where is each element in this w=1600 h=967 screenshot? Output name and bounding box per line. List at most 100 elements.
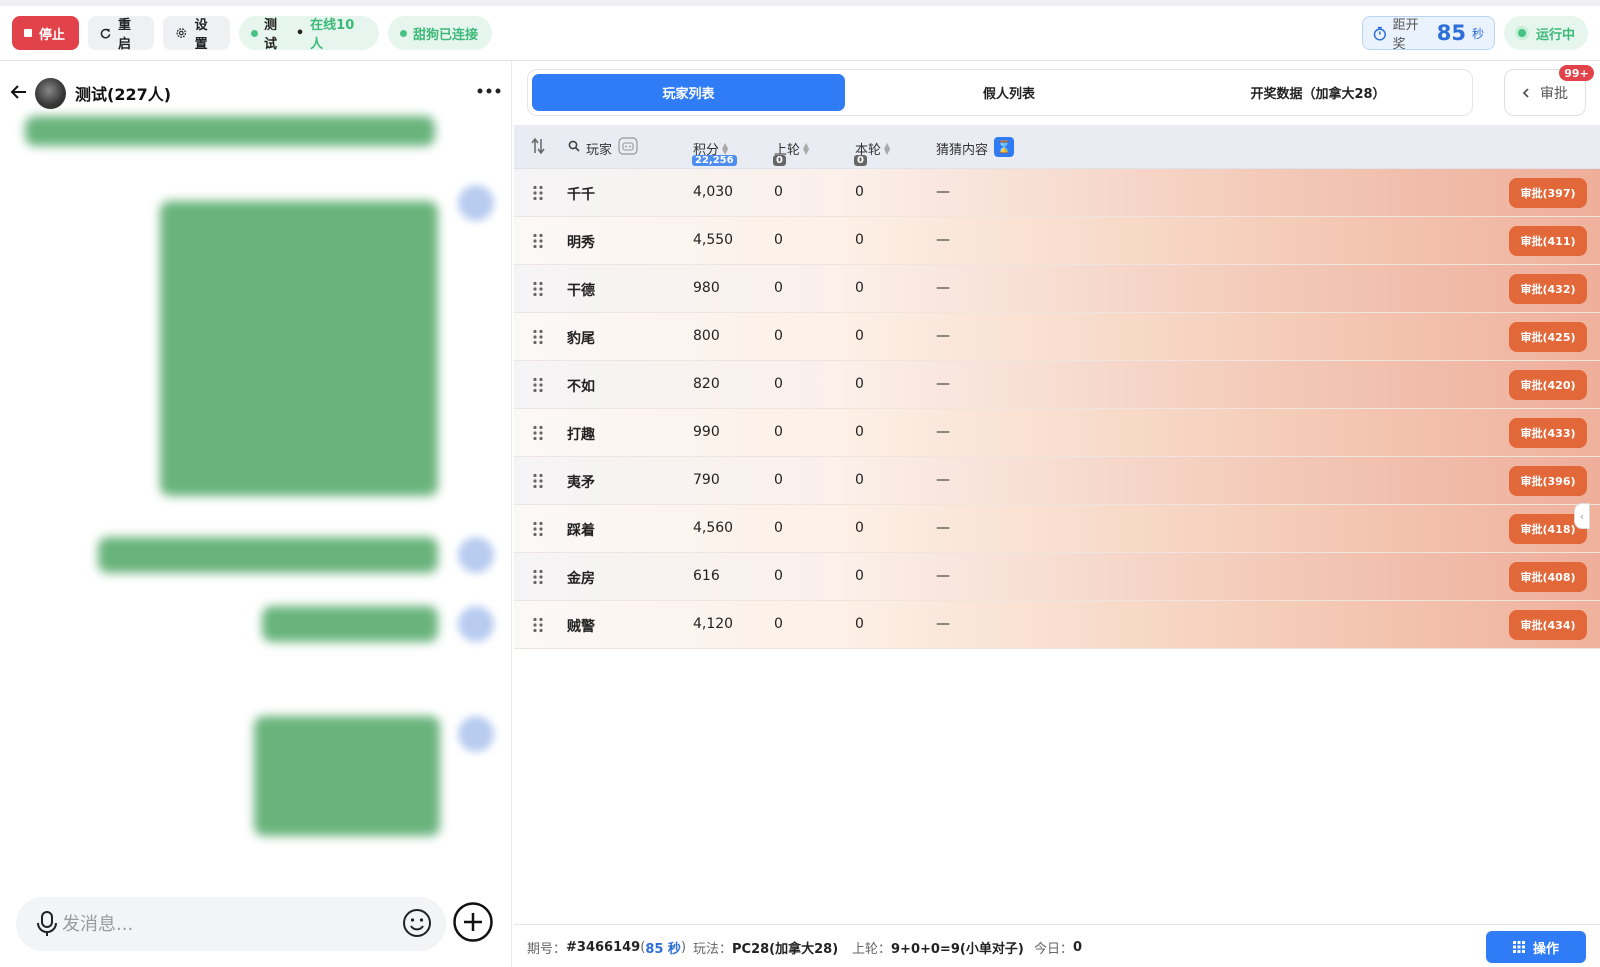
connection-status: 甜狗已连接 [388,16,492,50]
period-label: 期号： [527,942,567,957]
approve-button[interactable]: 审批(411) [1509,226,1587,256]
chevron-left-icon [1522,87,1529,98]
room-status: 测试 • 在线10人 [239,16,379,52]
drag-handle-icon[interactable] [532,377,544,393]
approve-button[interactable]: 审批(420) [1509,370,1587,400]
message-input[interactable] [62,897,382,951]
tab-bar: 玩家列表 假人列表 开奖数据（加拿大28） [527,69,1473,116]
approve-button[interactable]: 审批(433) [1509,418,1587,448]
player-name: 豹尾 [567,331,595,347]
restart-label: 重启 [118,18,132,52]
tab-bot-list[interactable]: 假人列表 [853,74,1165,111]
score-total: 22,256 [692,155,737,166]
settings-button[interactable]: 设置 [163,16,230,52]
running-text: 运行中 [1536,27,1576,43]
mic-icon[interactable] [34,910,60,938]
blurred-image-message [254,716,440,836]
operate-button[interactable]: 操作 [1486,931,1586,963]
player-guess: — [936,184,950,200]
blurred-message [25,116,435,146]
group-avatar [35,78,66,109]
approve-button[interactable]: 审批(434) [1509,610,1587,640]
today-label: 今日： [1034,942,1074,957]
player-this-round: 0 [855,520,864,536]
message-input-bar [16,897,446,951]
room-separator: • [295,25,305,41]
table-row: 金房 616 0 0 — 审批(408) [514,553,1600,601]
player-name: 明秀 [567,235,595,251]
emoji-icon[interactable] [401,907,433,939]
more-icon[interactable] [476,81,502,101]
drag-handle-icon[interactable] [532,425,544,441]
player-this-round: 0 [855,568,864,584]
chat-header: 测试(227人) [0,61,511,124]
online-dot [251,29,258,37]
row-background [514,457,1600,504]
table-header: 玩家 积分 ▲ ▼ 22,256 上轮 ▲ ▼ 0 本轮 ▲ ▼ 0 猜猜内容 ⌛ [514,125,1600,169]
player-score: 800 [693,328,720,344]
header-player: 玩家 [586,143,613,158]
last-round-total: 0 [773,155,786,166]
player-last-round: 0 [774,376,783,392]
approve-button[interactable]: 审批(425) [1509,322,1587,352]
play-value: PC28(加拿大28) [732,942,839,957]
approve-button[interactable]: 审批(432) [1509,274,1587,304]
player-guess: — [936,232,950,248]
sort-icon[interactable] [531,137,545,155]
table-row: 千千 4,030 0 0 — 审批(397) [514,169,1600,217]
chat-title: 测试(227人) [75,85,172,104]
player-name: 打趣 [567,427,595,443]
player-last-round: 0 [774,232,783,248]
player-score: 980 [693,280,720,296]
player-table-body: 千千 4,030 0 0 — 审批(397) 明秀 4,550 0 0 — 审批(411) 干德 980 0… [514,169,1600,649]
player-name: 夷矛 [567,475,595,491]
player-score: 616 [693,568,720,584]
player-guess: — [936,328,950,344]
period-countdown: 85 秒 [645,942,681,957]
plus-circle-icon[interactable] [452,901,494,943]
player-last-round: 0 [774,328,783,344]
player-this-round: 0 [855,424,864,440]
restart-button[interactable]: 重启 [88,16,154,52]
player-name: 不如 [567,379,595,395]
drag-handle-icon[interactable] [532,281,544,297]
drag-handle-icon[interactable] [532,617,544,633]
last-round-info: 上轮： 9+0+0=9(小单对子) [852,938,1024,957]
drag-handle-icon[interactable] [532,473,544,489]
player-name: 踩着 [567,523,595,539]
player-this-round: 0 [855,616,864,632]
player-name: 贼警 [567,619,595,635]
stop-button[interactable]: 停止 [12,16,79,50]
refresh-icon [100,28,111,39]
row-background [514,361,1600,408]
approve-button[interactable]: 审批(396) [1509,466,1587,496]
search-icon[interactable] [568,140,580,152]
operate-label: 操作 [1532,941,1559,957]
table-row: 不如 820 0 0 — 审批(420) [514,361,1600,409]
drag-handle-icon[interactable] [532,569,544,585]
drag-handle-icon[interactable] [532,233,544,249]
hourglass-icon[interactable]: ⌛ [994,137,1014,157]
player-guess: — [936,376,950,392]
player-last-round: 0 [774,568,783,584]
countdown-label: 距开奖 [1392,18,1419,52]
room-name: 测试 [263,18,277,52]
blurred-message [98,537,438,573]
tab-player-list[interactable]: 玩家列表 [532,74,845,111]
play-info: 玩法： PC28(加拿大28) [693,938,838,957]
back-arrow-icon[interactable] [8,81,30,103]
robot-icon[interactable] [618,137,638,155]
tab-draw-data[interactable]: 开奖数据（加拿大28） [1168,74,1468,111]
blurred-message [262,606,438,642]
drag-handle-icon[interactable] [532,329,544,345]
approve-button[interactable]: 审批(397) [1509,178,1587,208]
today-value: 0 [1073,940,1083,955]
player-name: 千千 [567,187,595,203]
player-last-round: 0 [774,280,783,296]
drag-handle-icon[interactable] [532,521,544,537]
collapse-handle-icon[interactable]: ‹ [1574,503,1590,529]
drag-handle-icon[interactable] [532,185,544,201]
online-count: 在线10人 [310,18,355,52]
approve-button[interactable]: 审批(408) [1509,562,1587,592]
table-row: 打趣 990 0 0 — 审批(433) [514,409,1600,457]
